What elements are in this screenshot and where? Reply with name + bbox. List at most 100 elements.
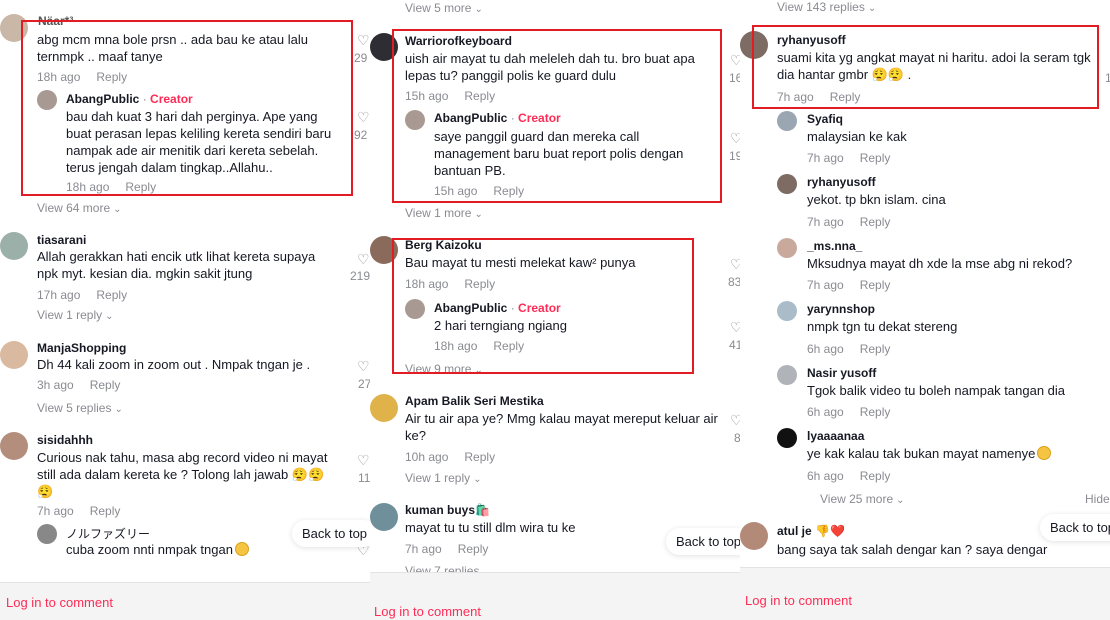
reply-button[interactable]: Reply <box>860 151 891 165</box>
avatar[interactable] <box>777 365 797 385</box>
view-more-replies[interactable]: View 9 more ⌄ <box>405 362 483 376</box>
reply-button[interactable]: Reply <box>90 504 121 518</box>
avatar[interactable] <box>0 14 28 42</box>
comments-panel-2: View 5 more ⌄ Warriorofkeyboard uish air … <box>370 0 740 620</box>
reply-button[interactable]: Reply <box>493 184 524 198</box>
like-heart-icon[interactable]: ♡ <box>730 412 740 429</box>
reply-button[interactable]: Reply <box>830 90 861 104</box>
comment-username[interactable]: Warriorofkeyboard <box>405 34 512 48</box>
avatar[interactable] <box>370 394 398 422</box>
reply-text: nmpk tgn tu dekat stereng <box>807 319 958 334</box>
back-to-top-button[interactable]: Back to top <box>1040 514 1110 541</box>
comment-username[interactable]: atul je 👎❤️ <box>777 524 845 538</box>
view-more-label: View 25 more <box>820 492 894 506</box>
back-to-top-button[interactable]: Back to top <box>666 528 740 555</box>
reply-button[interactable]: Reply <box>860 342 891 356</box>
like-heart-icon[interactable]: ♡ <box>730 319 740 336</box>
login-to-comment-link[interactable]: Log in to comment <box>6 595 113 610</box>
comment-time: 10h ago <box>405 450 449 464</box>
comment-username[interactable]: ryhanyusoff <box>777 33 846 47</box>
avatar[interactable] <box>37 524 57 544</box>
reply-username[interactable]: Syafiq <box>807 112 843 126</box>
like-heart-icon[interactable]: ♡ <box>357 358 370 375</box>
comment-meta: 15h ago Reply <box>405 89 495 103</box>
reply-text: 2 hari terngiang ngiang <box>434 318 567 333</box>
reply-time: 18h ago <box>434 339 478 353</box>
reply-button[interactable]: Reply <box>96 70 127 84</box>
reply-username[interactable]: yarynnshop <box>807 302 875 316</box>
avatar[interactable] <box>777 301 797 321</box>
login-to-comment-link[interactable]: Log in to comment <box>374 604 481 619</box>
reply-button[interactable]: Reply <box>458 542 489 556</box>
reply-username[interactable]: ノルファズリー <box>66 525 150 542</box>
reply-username[interactable]: lyaaaanaa <box>807 429 864 443</box>
reply-username[interactable]: AbangPublic · Creator <box>434 111 561 125</box>
reply-username[interactable]: _ms.nna_ <box>807 239 862 253</box>
like-heart-icon[interactable]: ♡ <box>357 109 370 126</box>
avatar[interactable] <box>777 111 797 131</box>
like-heart-icon[interactable]: ♡ <box>730 256 740 273</box>
reply-text: malaysian ke kak <box>807 129 907 144</box>
comment-username[interactable]: ManjaShopping <box>37 341 126 355</box>
reply-button[interactable]: Reply <box>860 405 891 419</box>
reply-button[interactable]: Reply <box>493 339 524 353</box>
view-more-replies[interactable]: View 1 more ⌄ <box>405 206 483 220</box>
reply-button[interactable]: Reply <box>125 180 156 194</box>
avatar[interactable] <box>740 522 768 550</box>
like-count: 219 <box>350 269 370 283</box>
avatar[interactable] <box>405 110 425 130</box>
like-heart-icon[interactable]: ♡ <box>730 52 740 69</box>
view-more-replies[interactable]: View 5 more ⌄ <box>405 1 483 15</box>
reply-button[interactable]: Reply <box>860 278 891 292</box>
like-heart-icon[interactable]: ♡ <box>357 32 370 49</box>
like-heart-icon[interactable]: ♡ <box>730 130 740 147</box>
avatar[interactable] <box>405 299 425 319</box>
reply-username[interactable]: Nasir yusoff <box>807 366 876 380</box>
avatar[interactable] <box>777 428 797 448</box>
view-more-replies[interactable]: View 5 replies ⌄ <box>37 401 123 415</box>
reply-username[interactable]: ryhanyusoff <box>807 175 876 189</box>
avatar[interactable] <box>740 31 768 59</box>
like-heart-icon[interactable]: ♡ <box>357 251 370 268</box>
reply-username[interactable]: AbangPublic · Creator <box>66 92 193 106</box>
like-count: 83 <box>728 275 740 289</box>
avatar[interactable] <box>777 238 797 258</box>
avatar[interactable] <box>37 90 57 110</box>
avatar[interactable] <box>0 341 28 369</box>
avatar[interactable] <box>777 174 797 194</box>
like-count: 11 <box>358 471 370 485</box>
avatar[interactable] <box>370 33 398 61</box>
view-more-replies[interactable]: View 25 more ⌄ <box>820 492 905 506</box>
like-heart-icon[interactable]: ♡ <box>357 452 370 469</box>
hide-replies-button[interactable]: Hide <box>1085 492 1110 506</box>
view-more-replies[interactable]: View 64 more ⌄ <box>37 201 122 215</box>
avatar[interactable] <box>370 503 398 531</box>
comment-username[interactable]: kuman buys🛍️ <box>405 503 490 517</box>
comment-username[interactable]: sisidahhh <box>37 433 93 447</box>
back-to-top-button[interactable]: Back to top <box>292 520 370 547</box>
view-more-replies[interactable]: View 1 reply ⌄ <box>37 308 114 322</box>
login-to-comment-link[interactable]: Log in to comment <box>745 593 852 608</box>
reply-meta: 7h ago Reply <box>807 151 890 165</box>
reply-button[interactable]: Reply <box>464 89 495 103</box>
reply-time: 7h ago <box>807 278 844 292</box>
reply-button[interactable]: Reply <box>464 277 495 291</box>
avatar[interactable] <box>370 236 398 264</box>
comment-username[interactable]: Apam Balik Seri Mestika <box>405 394 544 408</box>
view-more-replies[interactable]: View 1 reply ⌄ <box>405 471 482 485</box>
avatar[interactable] <box>0 432 28 460</box>
reply-button[interactable]: Reply <box>860 215 891 229</box>
reply-button[interactable]: Reply <box>90 378 121 392</box>
comment-username[interactable]: Näar*³ <box>38 14 73 28</box>
comment-text: mayat tu tu still dlm wira tu ke <box>405 520 576 535</box>
reply-time: 6h ago <box>807 469 844 483</box>
reply-username[interactable]: AbangPublic · Creator <box>434 301 561 315</box>
avatar[interactable] <box>0 232 28 260</box>
comment-username[interactable]: Berg Kaizoku <box>405 238 482 252</box>
view-more-replies[interactable]: View 143 replies ⌄ <box>777 0 876 14</box>
comment-username[interactable]: tiasarani <box>37 233 86 247</box>
reply-button[interactable]: Reply <box>464 450 495 464</box>
reply-button[interactable]: Reply <box>96 288 127 302</box>
reply-text: ye kak kalau tak bukan mayat namenye <box>807 445 1102 462</box>
reply-button[interactable]: Reply <box>860 469 891 483</box>
